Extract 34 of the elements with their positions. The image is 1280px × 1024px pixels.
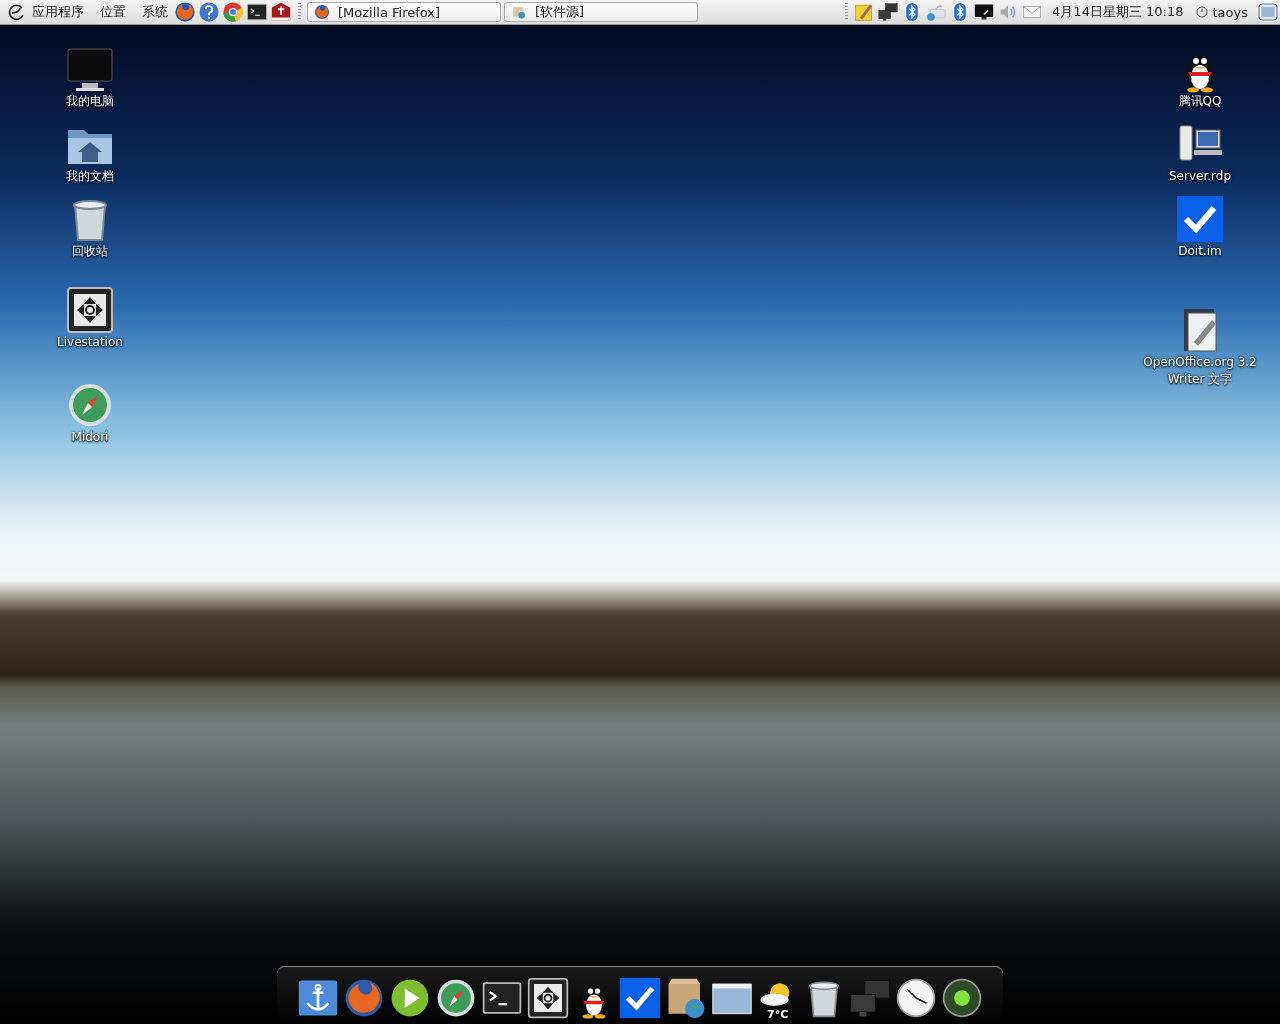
package-globe-icon <box>511 4 527 20</box>
icon-label[interactable]: Livestation <box>57 334 123 351</box>
checkmark-icon[interactable] <box>619 977 661 1019</box>
chrome-ring-icon[interactable] <box>222 1 244 23</box>
taskbar-button[interactable]: [软件源] <box>504 2 698 22</box>
user-menu[interactable]: taoys <box>1195 4 1248 20</box>
play-icon[interactable] <box>389 977 431 1019</box>
monitor-icon[interactable] <box>66 45 114 93</box>
menu-item[interactable]: 位置 <box>100 3 126 21</box>
radar-orb-icon[interactable] <box>941 977 983 1019</box>
icon-label[interactable]: 回收站 <box>72 243 108 260</box>
taskbar-button[interactable]: [Mozilla Firefox] <box>307 2 501 22</box>
move-arrows-icon[interactable] <box>66 286 114 334</box>
clock[interactable]: 4月14日星期三 10:18 <box>1052 3 1184 21</box>
menu-item[interactable]: 系统 <box>142 3 168 21</box>
clock-icon[interactable] <box>895 977 937 1019</box>
terminal-icon[interactable] <box>246 1 268 23</box>
temperature-label: 7°C <box>767 1008 789 1021</box>
help-icon[interactable] <box>198 1 220 23</box>
monitor-wrench-icon[interactable] <box>974 2 995 22</box>
notepad-icon[interactable] <box>854 2 875 22</box>
icon-label[interactable]: Doit.im <box>1178 243 1222 260</box>
icon-label[interactable]: 我的文档 <box>66 168 114 185</box>
checkmark-icon[interactable] <box>1176 195 1224 243</box>
show-desktop-icon[interactable] <box>1258 3 1278 21</box>
network-icon[interactable] <box>878 2 899 22</box>
compass-icon[interactable] <box>435 977 477 1019</box>
move-arrows-icon[interactable] <box>527 977 569 1019</box>
icon-label[interactable]: 我的电脑 <box>66 93 114 110</box>
icon-label[interactable]: 腾讯QQ <box>1178 93 1222 110</box>
menu-item[interactable]: 应用程序 <box>32 3 84 21</box>
icon-label[interactable]: Server.rdp <box>1169 168 1231 185</box>
keyboard-icon[interactable] <box>926 2 947 22</box>
power-icon <box>1195 6 1208 18</box>
